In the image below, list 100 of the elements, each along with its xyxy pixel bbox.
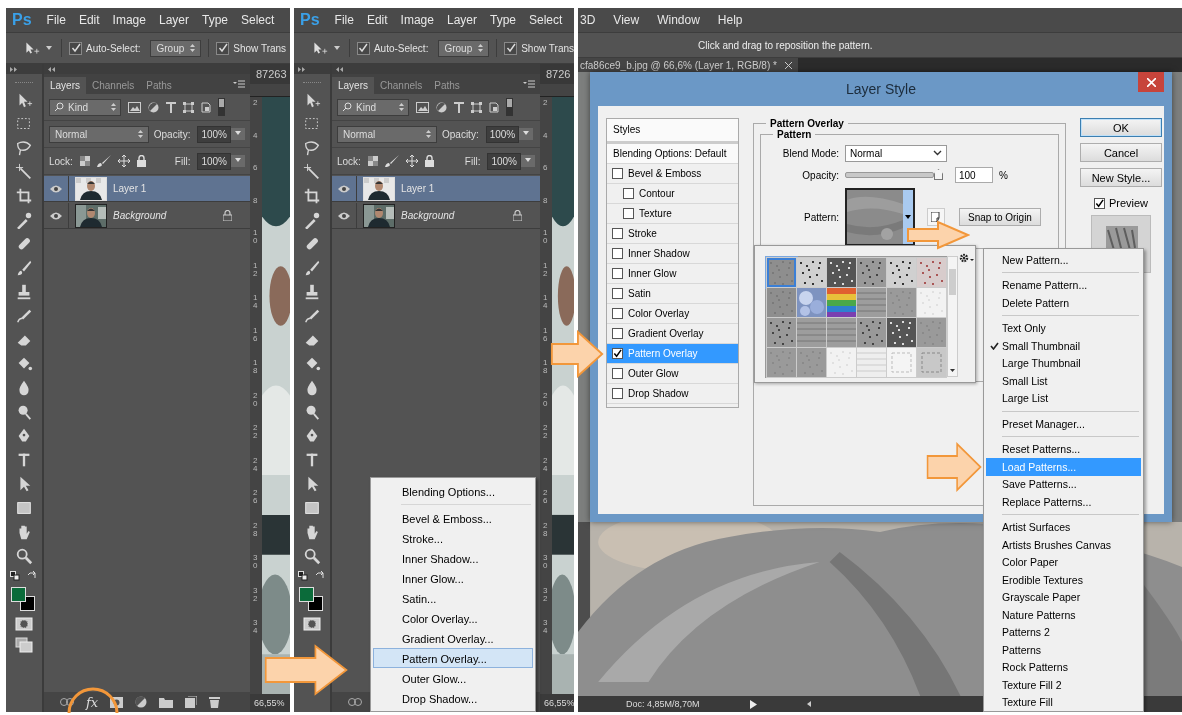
blend-mode-dropdown[interactable]: Normal <box>337 125 437 143</box>
menu-item[interactable]: Layer <box>446 13 477 27</box>
default-colors-icon[interactable] <box>10 571 20 581</box>
pattern-swatch[interactable] <box>886 317 917 348</box>
layer-row[interactable]: Background <box>332 203 540 229</box>
menu-item[interactable]: Replace Patterns... <box>986 493 1141 511</box>
checkbox[interactable] <box>612 168 623 179</box>
checkbox[interactable] <box>612 248 623 259</box>
document-tab[interactable]: 87263 <box>250 64 290 84</box>
filter-dropdown[interactable]: Kind <box>337 98 409 116</box>
panel-menu-icon[interactable] <box>523 80 535 88</box>
fill-dropdown-button[interactable] <box>231 155 245 167</box>
link-icon[interactable] <box>60 698 74 706</box>
effects-button[interactable]: fx <box>86 694 99 710</box>
pattern-swatch[interactable] <box>796 347 827 378</box>
magic-wand-icon[interactable] <box>303 163 321 181</box>
expand-icon[interactable] <box>10 66 18 72</box>
rectangle-icon[interactable] <box>15 499 33 517</box>
menu-item[interactable]: Satin... <box>373 588 533 608</box>
layer-row[interactable]: Layer 1 <box>332 176 540 202</box>
pattern-swatch[interactable] <box>826 347 857 378</box>
pattern-swatch[interactable] <box>916 317 947 348</box>
lock-transparency-icon[interactable] <box>367 156 378 166</box>
effect-item[interactable]: Bevel & Emboss <box>607 164 738 184</box>
pattern-picker-button[interactable] <box>845 188 915 246</box>
caret-icon[interactable] <box>46 46 52 50</box>
quick-mask-icon[interactable] <box>303 617 321 631</box>
image-filter-icon[interactable] <box>128 101 141 113</box>
folder-icon[interactable] <box>159 696 174 708</box>
panel-tab[interactable]: Layers <box>332 77 374 94</box>
menu-item[interactable]: Text Only <box>986 319 1141 337</box>
layer-row[interactable]: Layer 1 <box>44 176 250 202</box>
checkbox[interactable] <box>612 228 623 239</box>
filter-toggle[interactable] <box>506 98 513 116</box>
menu-item[interactable]: Layer <box>158 13 189 27</box>
panel-tab[interactable]: Paths <box>428 77 466 94</box>
magic-wand-icon[interactable] <box>15 163 33 181</box>
zoom-icon[interactable] <box>303 547 321 565</box>
checkbox[interactable] <box>612 308 623 319</box>
document-tab[interactable]: cfa86ce9_b.jpg @ 66,6% (Layer 1, RGB/8) * <box>578 58 798 72</box>
effect-item[interactable]: Outer Glow <box>607 364 738 384</box>
close-icon[interactable] <box>784 61 792 69</box>
panel-tab[interactable]: Layers <box>44 77 86 94</box>
filter-toggle[interactable] <box>218 98 225 116</box>
slider-thumb[interactable] <box>934 169 943 180</box>
checkbox[interactable] <box>623 208 634 219</box>
pattern-swatch[interactable] <box>856 317 887 348</box>
document-tab[interactable]: 8726 <box>540 64 574 84</box>
opacity-field[interactable]: 100% <box>485 125 520 143</box>
brush-lock-icon[interactable] <box>384 155 399 167</box>
brush-icon[interactable] <box>15 259 33 277</box>
caret-icon[interactable] <box>950 369 955 372</box>
effect-item[interactable]: Satin <box>607 284 738 304</box>
collapse-icon[interactable] <box>48 66 56 72</box>
pattern-swatch[interactable] <box>826 287 857 318</box>
color-swatches-icon[interactable] <box>299 587 325 611</box>
quick-mask-icon[interactable] <box>15 617 33 631</box>
menu-item[interactable]: File <box>334 13 354 27</box>
opacity-dropdown-button[interactable] <box>519 128 534 140</box>
new-preset-button[interactable] <box>927 208 945 226</box>
type-filter-icon[interactable] <box>454 101 464 113</box>
swap-colors-icon[interactable] <box>28 571 38 581</box>
pattern-swatch[interactable] <box>796 257 827 288</box>
snap-to-origin-button[interactable]: Snap to Origin <box>959 208 1041 226</box>
menu-item[interactable]: Pattern Overlay... <box>373 648 533 668</box>
menu-item[interactable]: Rename Pattern... <box>986 276 1141 294</box>
pattern-swatch[interactable] <box>826 257 857 288</box>
styles-header[interactable]: Styles <box>607 119 738 144</box>
menu-item[interactable]: Outer Glow... <box>373 668 533 688</box>
expand-icon[interactable] <box>298 66 306 72</box>
checkbox[interactable] <box>623 188 634 199</box>
checkbox[interactable] <box>612 288 623 299</box>
menu-item[interactable]: View <box>613 13 640 27</box>
crop-icon[interactable] <box>15 187 33 205</box>
menu-item[interactable]: Texture Fill 2 <box>986 676 1141 694</box>
opacity-field[interactable]: 100% <box>197 125 231 143</box>
close-button[interactable] <box>1138 72 1164 92</box>
menu-item[interactable]: New Pattern... <box>986 251 1141 269</box>
mask-icon[interactable] <box>110 696 124 708</box>
checkbox[interactable] <box>612 388 623 399</box>
brush-icon[interactable] <box>303 259 321 277</box>
pattern-swatch[interactable] <box>916 347 947 378</box>
eye-icon[interactable] <box>338 184 350 193</box>
group-dropdown[interactable]: Group <box>150 39 202 57</box>
pattern-swatch[interactable] <box>766 287 797 318</box>
panel-tab[interactable]: Channels <box>86 77 141 94</box>
history-brush-icon[interactable] <box>303 307 321 325</box>
pattern-swatch[interactable] <box>916 257 947 288</box>
layer-row[interactable]: Background <box>44 203 250 229</box>
caret-icon[interactable] <box>333 46 340 50</box>
link-icon[interactable] <box>348 698 362 706</box>
blend-mode-dropdown[interactable]: Normal <box>49 125 149 143</box>
menu-item[interactable]: Reset Patterns... <box>986 440 1141 458</box>
menu-item[interactable]: Preset Manager... <box>986 415 1141 433</box>
dialog-button[interactable]: Cancel <box>1080 143 1162 162</box>
color-swatches-icon[interactable] <box>11 587 37 611</box>
pattern-swatch[interactable] <box>766 257 797 288</box>
opacity-dropdown-button[interactable] <box>231 128 245 140</box>
pattern-swatch[interactable] <box>886 347 917 378</box>
panel-tab[interactable]: Channels <box>374 77 429 94</box>
